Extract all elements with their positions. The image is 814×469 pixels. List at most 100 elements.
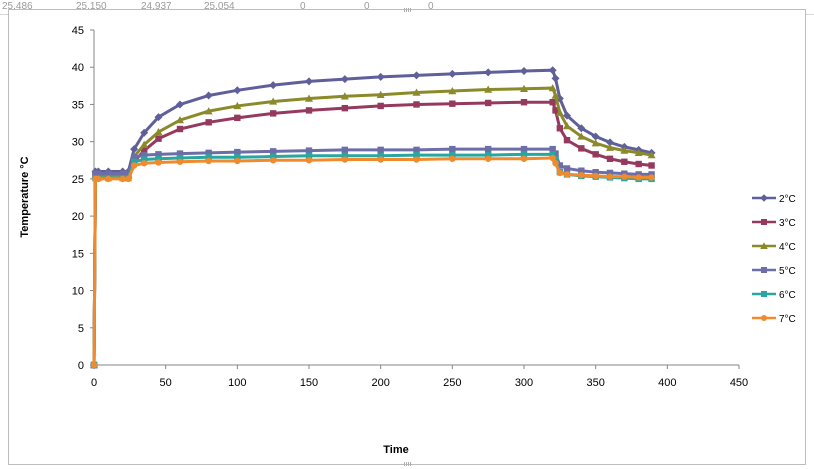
data-point bbox=[449, 100, 456, 107]
x-tick-label: 400 bbox=[658, 377, 676, 389]
y-tick-label: 40 bbox=[72, 62, 84, 74]
data-point bbox=[341, 104, 349, 112]
y-tick-label: 15 bbox=[72, 248, 84, 260]
data-point bbox=[176, 125, 184, 133]
data-point bbox=[90, 361, 98, 369]
data-point bbox=[761, 219, 767, 225]
data-point bbox=[125, 175, 132, 183]
series-line bbox=[92, 152, 652, 366]
legend-entry: 5°C bbox=[752, 266, 796, 277]
line-chart: 0510152025303540450 50 100 150 200 250 300 350 4… bbox=[19, 25, 796, 456]
data-point bbox=[234, 114, 241, 122]
data-point bbox=[484, 68, 493, 77]
x-tick-label: 350 bbox=[586, 377, 604, 389]
data-point bbox=[635, 174, 642, 181]
data-point bbox=[520, 155, 528, 162]
data-point bbox=[305, 107, 313, 114]
data-point bbox=[204, 91, 213, 100]
data-point bbox=[340, 75, 349, 84]
x-tick-label: 150 bbox=[300, 377, 318, 389]
data-point bbox=[635, 160, 642, 168]
y-tick-label: 45 bbox=[72, 25, 84, 37]
data-point bbox=[761, 315, 767, 321]
y-tick-label: 25 bbox=[72, 174, 84, 186]
data-point bbox=[377, 146, 384, 154]
data-point bbox=[448, 69, 457, 78]
data-point bbox=[606, 155, 614, 162]
data-point bbox=[376, 72, 385, 81]
x-axis-title: Time bbox=[383, 444, 408, 456]
data-point bbox=[592, 151, 599, 158]
data-point bbox=[269, 110, 277, 117]
series-2°C bbox=[90, 66, 656, 369]
x-tick-label: 450 bbox=[730, 377, 748, 389]
data-point bbox=[449, 155, 456, 162]
data-point bbox=[305, 157, 313, 164]
data-point bbox=[176, 158, 184, 165]
y-tick-label: 5 bbox=[78, 323, 84, 335]
y-tick-label: 20 bbox=[72, 211, 84, 223]
y-axis-title: Temperature °C bbox=[19, 156, 31, 237]
data-point bbox=[269, 157, 277, 164]
legend-entry: 6°C bbox=[752, 290, 796, 301]
x-tick-label: 50 bbox=[160, 377, 172, 389]
data-point bbox=[484, 145, 492, 153]
data-point bbox=[578, 171, 585, 179]
data-point bbox=[606, 173, 614, 180]
legend-label: 3°C bbox=[779, 218, 796, 229]
data-point bbox=[341, 156, 349, 163]
data-point bbox=[520, 99, 528, 106]
data-point bbox=[377, 156, 384, 163]
data-point bbox=[105, 175, 112, 183]
data-point bbox=[520, 66, 528, 75]
y-tick-label: 0 bbox=[78, 360, 84, 372]
data-point bbox=[548, 66, 557, 75]
legend-label: 6°C bbox=[779, 290, 796, 301]
data-point bbox=[761, 291, 767, 297]
legend-entry: 4°C bbox=[752, 242, 796, 253]
legend-entry: 2°C bbox=[752, 194, 796, 205]
series-line bbox=[92, 147, 652, 366]
series-6°C bbox=[90, 151, 655, 369]
series-4°C bbox=[90, 84, 656, 369]
data-point bbox=[234, 157, 241, 165]
data-point bbox=[761, 267, 767, 273]
legend-label: 4°C bbox=[779, 242, 796, 253]
data-point bbox=[119, 175, 126, 183]
y-tick-label: 30 bbox=[72, 137, 84, 149]
data-point bbox=[621, 173, 628, 180]
data-point bbox=[205, 119, 212, 126]
legend-label: 2°C bbox=[779, 194, 796, 205]
legend-label: 7°C bbox=[779, 314, 796, 325]
y-tick-label: 35 bbox=[72, 99, 84, 111]
legend-entry: 3°C bbox=[752, 218, 796, 229]
data-point bbox=[578, 145, 585, 152]
data-point bbox=[377, 102, 384, 110]
series-7°C bbox=[90, 154, 655, 369]
data-point bbox=[233, 86, 242, 95]
data-point bbox=[648, 174, 655, 181]
data-point bbox=[140, 160, 148, 167]
x-tick-label: 100 bbox=[228, 377, 246, 389]
series-5°C bbox=[90, 145, 655, 369]
data-point bbox=[592, 172, 599, 180]
series-line bbox=[92, 156, 652, 366]
data-point bbox=[621, 158, 628, 165]
data-point bbox=[484, 155, 492, 162]
data-point bbox=[155, 135, 162, 142]
data-point bbox=[341, 146, 349, 154]
x-tick-label: 250 bbox=[443, 377, 461, 389]
data-point bbox=[95, 175, 102, 183]
axes: 0510152025303540450 50 100 150 200 250 300 350 4… bbox=[72, 25, 748, 389]
data-point bbox=[563, 171, 571, 178]
series-3°C bbox=[90, 99, 655, 369]
y-tick-label: 10 bbox=[72, 286, 84, 298]
x-tick-label: 300 bbox=[515, 377, 533, 389]
data-point bbox=[556, 125, 564, 132]
data-point bbox=[556, 169, 564, 177]
data-point bbox=[552, 160, 559, 167]
data-point bbox=[563, 165, 571, 172]
series-layer bbox=[90, 66, 656, 369]
data-point bbox=[760, 194, 768, 202]
data-point bbox=[205, 157, 212, 165]
